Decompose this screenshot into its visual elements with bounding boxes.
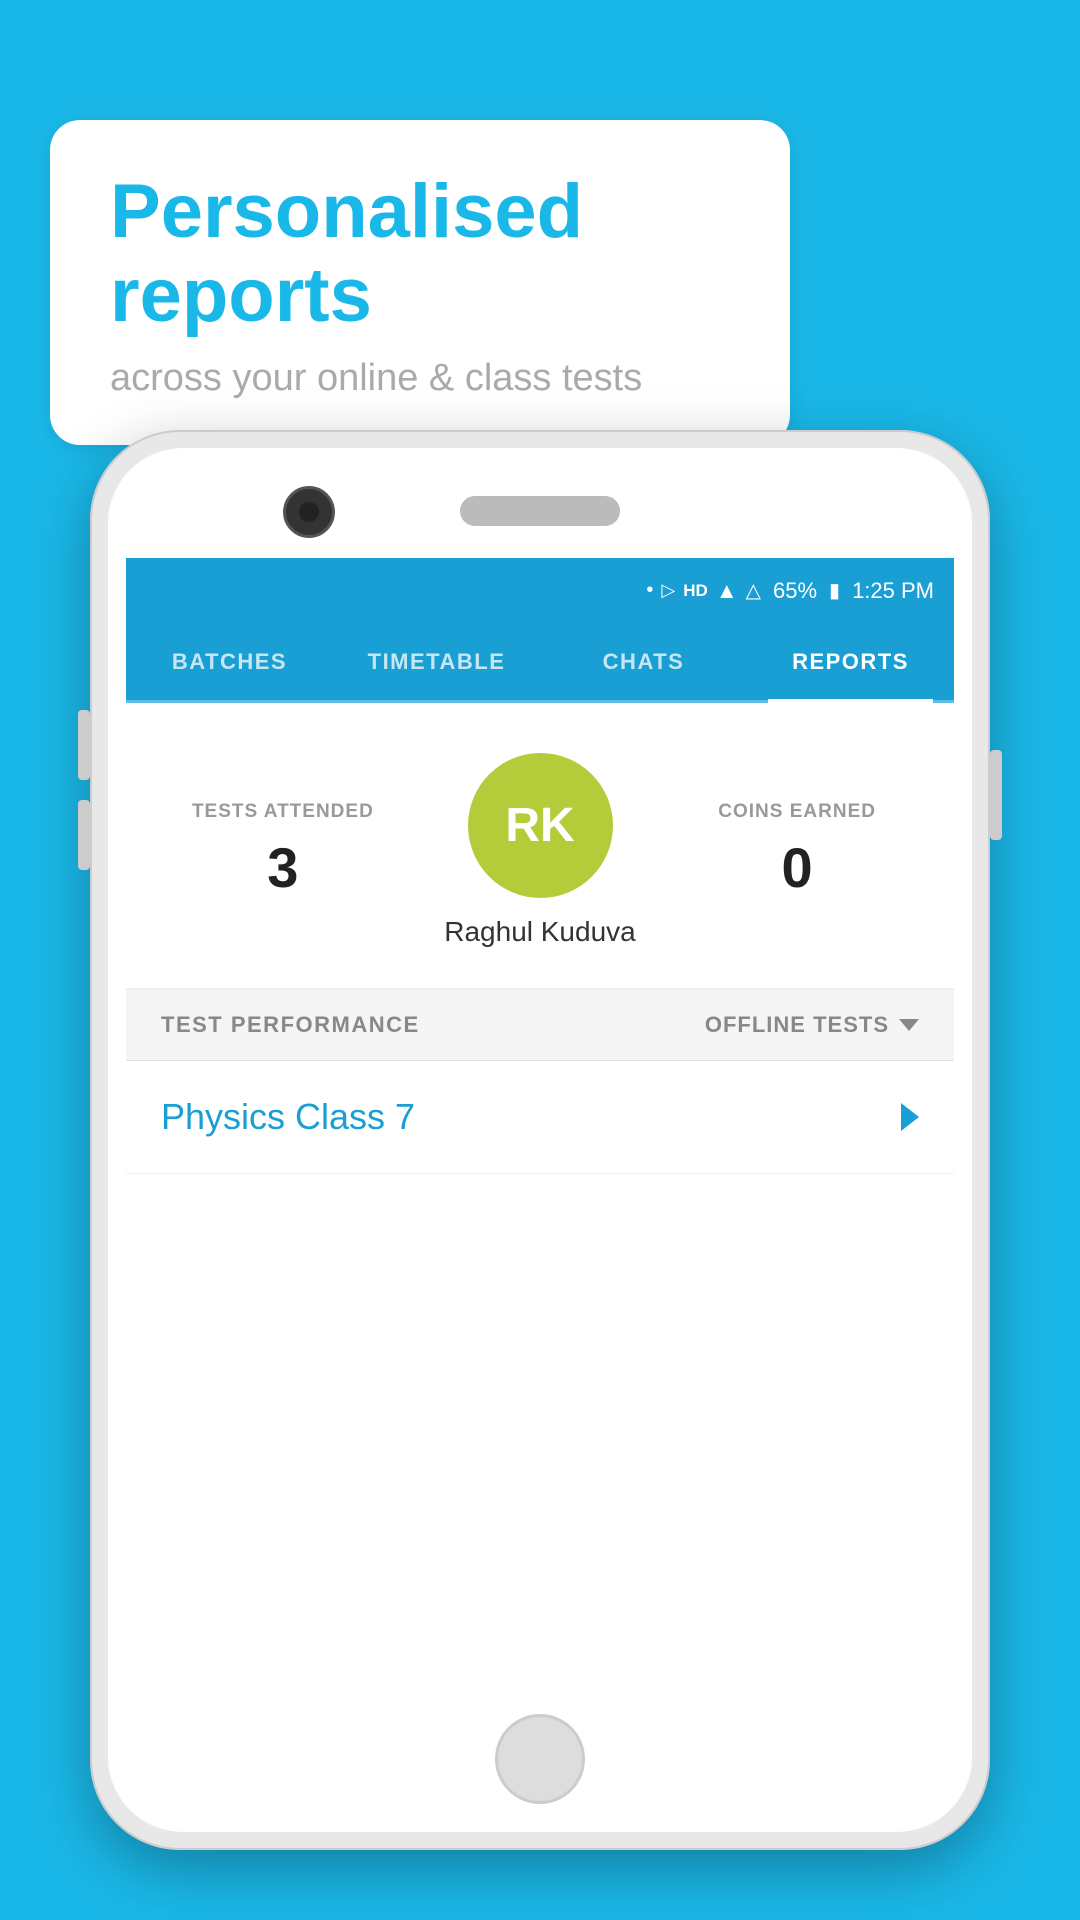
speaker [460,496,620,526]
tab-reports[interactable]: REPORTS [747,623,954,700]
nav-tabs: BATCHES TIMETABLE CHATS REPORTS [126,623,954,703]
coins-earned-value: 0 [680,835,914,900]
tab-chats[interactable]: CHATS [540,623,747,700]
signal-icon: △ [746,578,761,603]
profile-section: TESTS ATTENDED 3 RK Raghul Kuduva COINS … [126,703,954,990]
bubble-title: Personalised reports [110,170,730,337]
tests-attended-value: 3 [166,835,400,900]
coins-earned-label: COINS EARNED [680,801,914,823]
status-bar: • ▷ HD ▲ △ 65% ▮ 1:25 PM [126,558,954,623]
tests-attended-label: TESTS ATTENDED [166,801,400,823]
class-row[interactable]: Physics Class 7 [126,1061,954,1174]
bluetooth-icon: • [646,579,653,602]
hd-icon: HD [683,581,708,601]
tab-batches[interactable]: BATCHES [126,623,333,700]
speech-bubble: Personalised reports across your online … [50,120,790,445]
offline-tests-dropdown[interactable]: OFFLINE TESTS [705,1012,919,1038]
phone-wrapper: • ▷ HD ▲ △ 65% ▮ 1:25 PM [90,430,990,1850]
section-label: TEST PERFORMANCE [161,1012,420,1038]
avatar-block: RK Raghul Kuduva [400,753,681,948]
status-icons: • ▷ HD ▲ △ [646,578,761,604]
home-button[interactable] [495,1714,585,1804]
user-name: Raghul Kuduva [444,916,635,948]
screen: • ▷ HD ▲ △ 65% ▮ 1:25 PM [126,558,954,1702]
dropdown-label: OFFLINE TESTS [705,1012,889,1038]
camera [283,486,335,538]
power-button [990,750,1002,840]
avatar: RK [468,753,613,898]
chevron-right-icon [901,1103,919,1131]
phone-inner: • ▷ HD ▲ △ 65% ▮ 1:25 PM [108,448,972,1832]
bubble-subtitle: across your online & class tests [110,357,730,400]
avatar-initials: RK [505,798,574,853]
chevron-down-icon [899,1019,919,1031]
coins-earned-block: COINS EARNED 0 [680,801,914,900]
section-header: TEST PERFORMANCE OFFLINE TESTS [126,990,954,1061]
tab-timetable[interactable]: TIMETABLE [333,623,540,700]
phone-outer: • ▷ HD ▲ △ 65% ▮ 1:25 PM [90,430,990,1850]
battery-text: 65% [773,578,817,604]
tests-attended-block: TESTS ATTENDED 3 [166,801,400,900]
wifi-icon: ▲ [716,578,738,604]
battery-icon: ▮ [829,578,840,603]
vol-down-button [78,800,90,870]
class-name: Physics Class 7 [161,1096,415,1138]
chart-area: 100 75 50 25 [126,1174,954,1194]
time-text: 1:25 PM [852,578,934,604]
vibrate-icon: ▷ [661,580,675,601]
vol-up-button [78,710,90,780]
